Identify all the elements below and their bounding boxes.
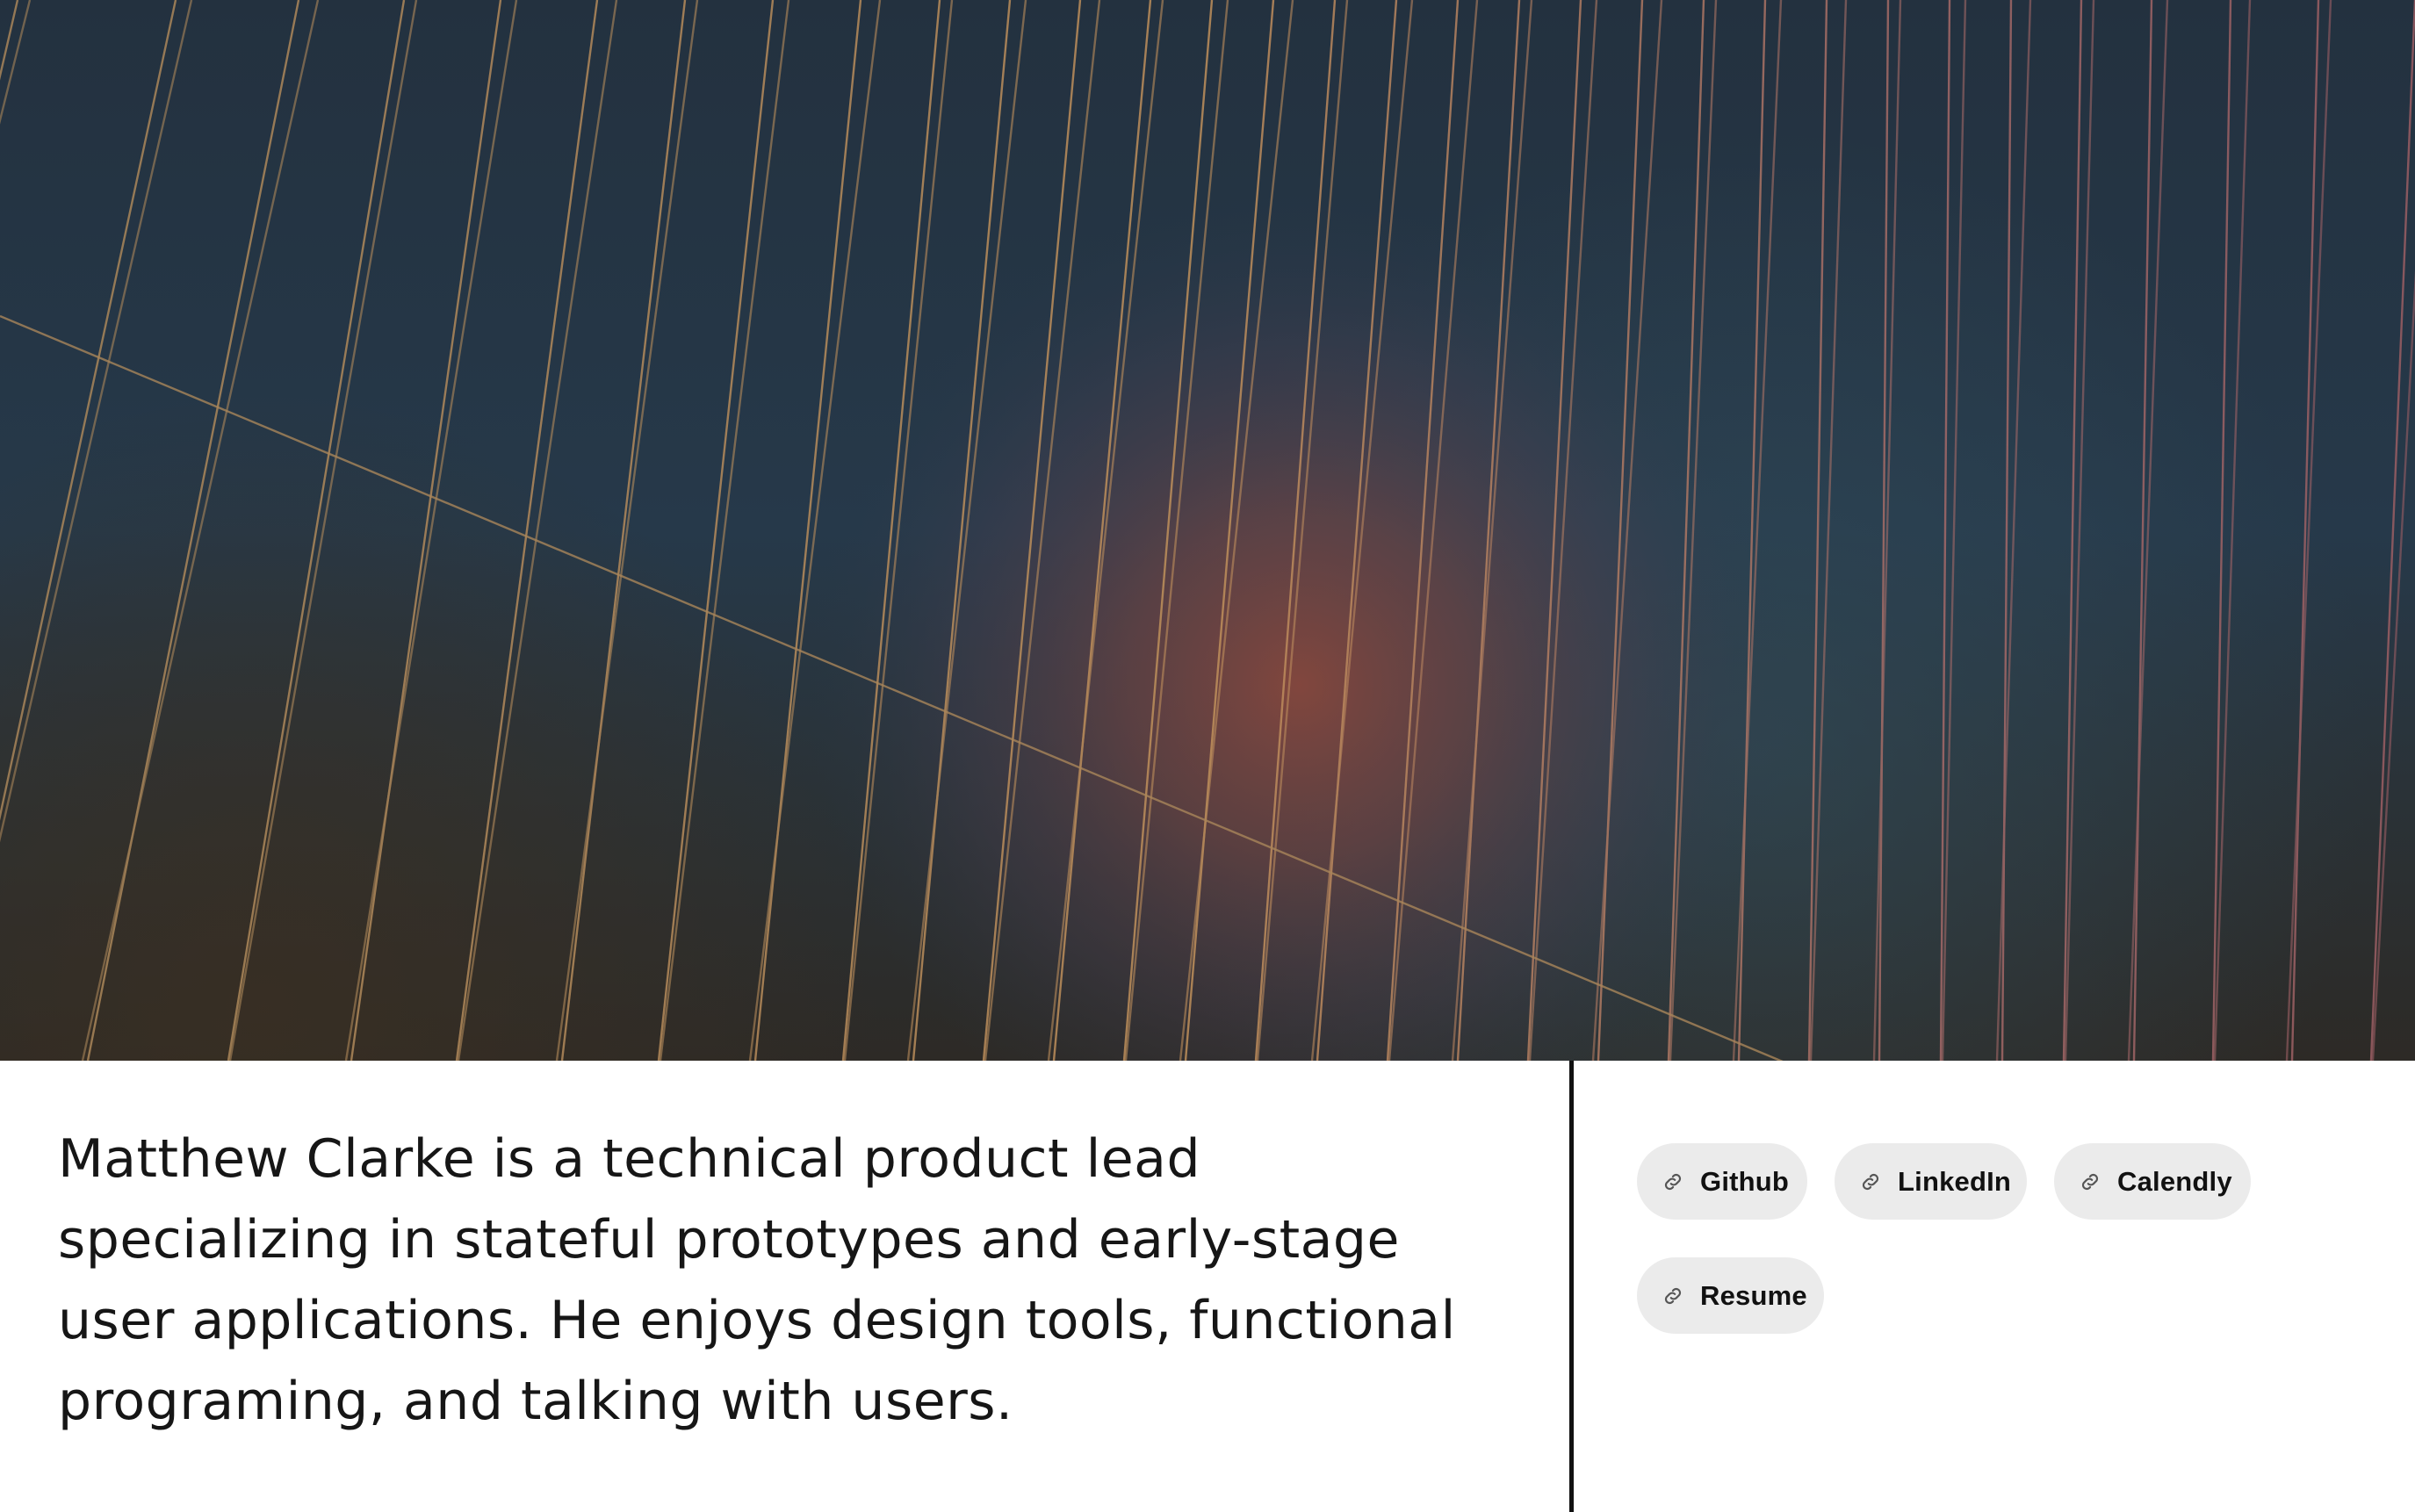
vertical-divider xyxy=(1569,1061,1574,1512)
calendly-link-label: Calendly xyxy=(2117,1165,2232,1197)
link-icon xyxy=(1662,1284,1684,1308)
abstract-grid-artwork xyxy=(0,0,2415,1061)
linkedin-link-label: LinkedIn xyxy=(1898,1165,2012,1197)
link-icon xyxy=(2079,1170,2101,1194)
linkedin-link-button[interactable]: LinkedIn xyxy=(1835,1143,2027,1220)
resume-link-button[interactable]: Resume xyxy=(1637,1257,1824,1334)
github-link-button[interactable]: Github xyxy=(1637,1143,1807,1220)
link-icon xyxy=(1859,1170,1882,1194)
hero-banner xyxy=(0,0,2415,1061)
resume-link-label: Resume xyxy=(1700,1279,1807,1311)
github-link-label: Github xyxy=(1700,1165,1790,1197)
link-icon xyxy=(1662,1170,1684,1194)
calendly-link-button[interactable]: Calendly xyxy=(2054,1143,2251,1220)
bio-text: Matthew Clarke is a technical product le… xyxy=(58,1128,1456,1432)
